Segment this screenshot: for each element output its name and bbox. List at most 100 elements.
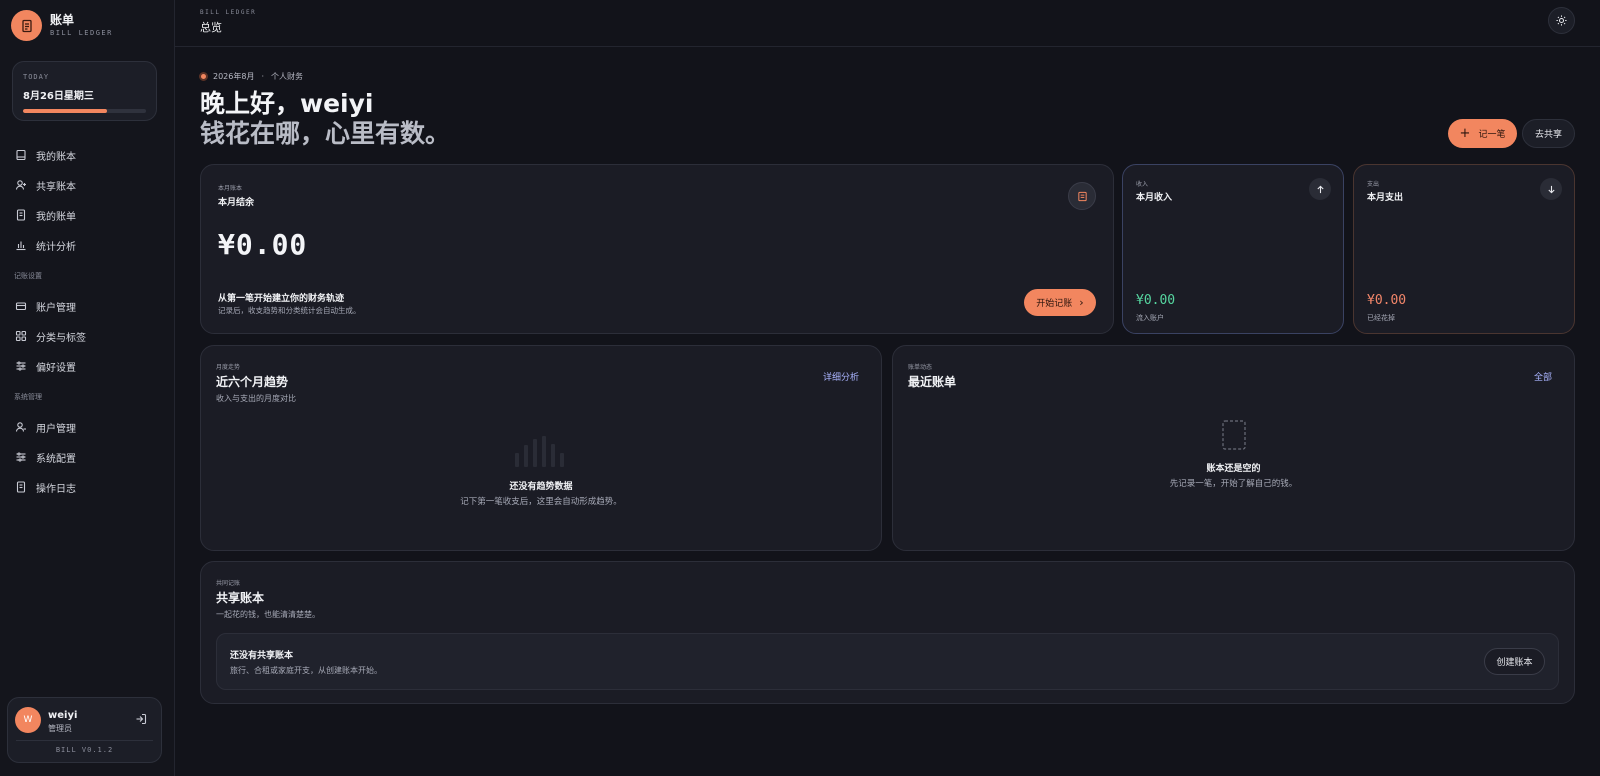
today-date: 8月26日星期三 (23, 91, 94, 102)
receipt-icon (1077, 191, 1087, 201)
shared-empty-title: 还没有共享账本 (230, 651, 294, 661)
user-card: W weiyi 管理员 BILL V0.1.2 (7, 697, 162, 763)
trend-empty-sub: 记下第一笔收支后，这里会自动形成趋势。 (460, 497, 622, 507)
sidebar-item-categories[interactable]: 分类与标签 (0, 321, 175, 351)
start-recording-button[interactable]: 开始记账 › (1024, 289, 1096, 316)
topbar-subtitle: BILL LEDGER (200, 9, 257, 16)
sidebar-item-label: 我的账单 (36, 211, 76, 223)
sidebar-item-my-bills[interactable]: 我的账单 (0, 200, 175, 230)
sidebar-nav: 我的账本 共享账本 我的账单 统计分析 记账设置 账户管理 分类与标签 偏好设置… (0, 140, 175, 502)
today-progress-fill (23, 109, 107, 113)
sidebar-item-shared-books[interactable]: 共享账本 (0, 170, 175, 200)
nav-section-system: 系统管理 (14, 393, 42, 401)
sidebar-item-label: 共享账本 (36, 181, 76, 193)
sidebar-item-statistics[interactable]: 统计分析 (0, 230, 175, 260)
receipt-icon (16, 209, 26, 221)
user-admin-icon (15, 422, 26, 432)
period-label: 2026年8月 (213, 72, 255, 81)
trend-empty-title: 还没有趋势数据 (509, 482, 573, 492)
recent-title: 最近账单 (908, 375, 957, 389)
empty-document-icon (1222, 420, 1246, 450)
balance-amount: ¥0.00 (218, 228, 308, 261)
expense-title: 本月支出 (1367, 193, 1404, 203)
detail-analysis-link[interactable]: 详细分析 (823, 370, 859, 383)
income-icon-button[interactable] (1309, 178, 1331, 200)
arrow-down-icon (1547, 185, 1555, 193)
income-eyebrow: 收入 (1136, 181, 1149, 188)
theme-toggle-button[interactable] (1548, 7, 1575, 34)
income-caption: 流入账户 (1136, 314, 1164, 322)
sidebar: 账单 BILL LEDGER TODAY 8月26日星期三 我的账本 共享账本 … (0, 0, 175, 776)
go-share-button[interactable]: 去共享 (1522, 119, 1575, 148)
sidebar-item-my-books[interactable]: 我的账本 (0, 140, 175, 170)
income-amount: ¥0.00 (1136, 293, 1176, 308)
trend-card: 月度走势 近六个月趋势 收入与支出的月度对比 详细分析 还没有趋势数据 记下第一… (200, 345, 882, 551)
shared-empty-sub: 旅行、合租或家庭开支，从创建账本开始。 (230, 666, 382, 675)
avatar[interactable]: W (15, 707, 41, 733)
logout-icon[interactable] (135, 713, 147, 725)
arrow-up-icon (1316, 185, 1324, 193)
expense-caption: 已经花掉 (1367, 314, 1395, 322)
app-version: BILL V0.1.2 (55, 746, 114, 754)
add-record-label: 记一笔 (1478, 130, 1506, 140)
brand-subtitle: BILL LEDGER (50, 28, 113, 37)
page-title: 总览 (200, 21, 222, 34)
divider (16, 740, 153, 741)
brand-title: 账单 (50, 12, 75, 27)
balance-hint-sub: 记录后，收支趋势和分类统计会自动生成。 (218, 306, 361, 315)
expense-eyebrow: 支出 (1367, 181, 1380, 188)
sidebar-item-label: 用户管理 (36, 423, 76, 435)
balance-title: 本月结余 (218, 198, 255, 208)
sliders-icon (16, 361, 26, 371)
user-name: weiyi (48, 710, 78, 721)
trend-sub: 收入与支出的月度对比 (216, 394, 296, 403)
income-card: 收入 本月收入 ¥0.00 流入账户 (1122, 164, 1344, 334)
sliders-icon (16, 452, 26, 462)
create-book-button[interactable]: 创建账本 (1484, 648, 1545, 675)
expense-icon-button[interactable] (1540, 178, 1562, 200)
sidebar-item-label: 统计分析 (36, 241, 76, 253)
recent-eyebrow: 账单动态 (908, 364, 933, 371)
brand[interactable]: 账单 BILL LEDGER (11, 10, 113, 41)
add-record-button[interactable]: + 记一笔 (1448, 119, 1517, 148)
trend-eyebrow: 月度走势 (216, 364, 241, 371)
sidebar-item-users[interactable]: 用户管理 (0, 412, 175, 442)
bar-chart-icon (16, 241, 26, 251)
period-tag: 2026年8月 · 个人财务 (199, 71, 303, 82)
view-all-link[interactable]: 全部 (1534, 370, 1552, 383)
sidebar-item-accounts[interactable]: 账户管理 (0, 291, 175, 321)
scope-label: 个人财务 (271, 72, 303, 81)
sidebar-item-system-config[interactable]: 系统配置 (0, 442, 175, 472)
log-icon (16, 481, 26, 493)
chevron-right-icon: › (1079, 296, 1084, 309)
sidebar-item-preferences[interactable]: 偏好设置 (0, 351, 175, 381)
sidebar-item-logs[interactable]: 操作日志 (0, 472, 175, 502)
nav-section-settings: 记账设置 (14, 272, 42, 280)
balance-eyebrow: 本月账本 (218, 185, 243, 192)
balance-detail-button[interactable] (1068, 182, 1096, 210)
bar-chart-placeholder-icon (515, 436, 564, 467)
expense-amount: ¥0.00 (1367, 293, 1407, 308)
balance-hint-title: 从第一笔开始建立你的财务轨迹 (218, 294, 345, 304)
sidebar-item-label: 操作日志 (36, 483, 76, 495)
plus-icon: + (1459, 126, 1471, 141)
sidebar-item-label: 偏好设置 (36, 362, 76, 374)
shared-sub: 一起花的钱，也能清清楚楚。 (216, 610, 320, 619)
balance-card: 本月账本 本月结余 ¥0.00 从第一笔开始建立你的财务轨迹 记录后，收支趋势和… (200, 164, 1114, 334)
status-dot (199, 72, 208, 81)
shared-eyebrow: 共同记账 (216, 580, 241, 587)
greeting: 晚上好，weiyi (200, 89, 374, 118)
slogan: 钱花在哪，心里有数。 (200, 119, 451, 148)
ledger-logo-icon (11, 10, 42, 41)
recent-empty-sub: 先记录一笔，开始了解自己的钱。 (1169, 479, 1298, 489)
sidebar-item-label: 我的账本 (36, 151, 76, 163)
today-card: TODAY 8月26日星期三 (12, 61, 157, 121)
book-icon (16, 149, 26, 161)
trend-title: 近六个月趋势 (216, 375, 289, 389)
today-label: TODAY (23, 73, 50, 81)
shared-title: 共享账本 (216, 591, 265, 605)
shared-books-card: 共同记账 共享账本 一起花的钱，也能清清楚楚。 还没有共享账本 旅行、合租或家庭… (200, 561, 1575, 704)
user-role: 管理员 (48, 724, 72, 733)
sidebar-item-label: 账户管理 (36, 302, 76, 314)
user-plus-icon (15, 180, 26, 190)
